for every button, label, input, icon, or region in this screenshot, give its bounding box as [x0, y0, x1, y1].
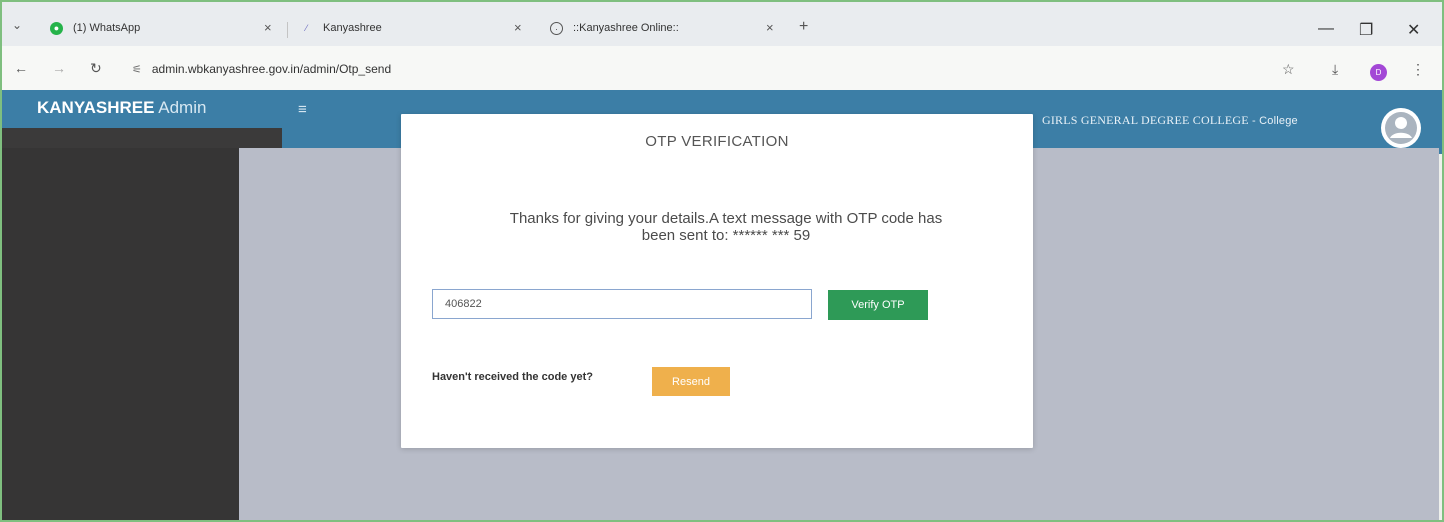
bookmark-star-icon[interactable]: ☆	[1282, 61, 1295, 78]
tab-search-chevron-down-icon[interactable]: ⌄	[12, 18, 22, 32]
profile-avatar[interactable]: D	[1370, 64, 1387, 81]
resend-prompt: Haven't received the code yet?	[432, 371, 593, 383]
modal-title: OTP VERIFICATION	[645, 133, 789, 150]
user-avatar-icon[interactable]	[1381, 108, 1421, 148]
globe-icon: ·	[550, 21, 563, 35]
minimize-button[interactable]: —	[1318, 20, 1334, 38]
college-title: GIRLS GENERAL DEGREE COLLEGE	[1042, 113, 1249, 127]
close-tab-icon[interactable]: ×	[514, 20, 522, 35]
download-icon[interactable]: ⤓	[1332, 61, 1338, 78]
otp-message: Thanks for giving your details.A text me…	[451, 210, 1001, 244]
otp-message-line2: been sent to: ****** *** 59	[641, 227, 811, 244]
tab-kanyashree[interactable]: ⁄ Kanyashree ×	[300, 16, 530, 40]
tab-whatsapp-label: (1) WhatsApp	[73, 22, 141, 34]
address-bar[interactable]: ⚟ admin.wbkanyashree.gov.in/admin/Otp_se…	[132, 56, 1252, 82]
close-tab-icon[interactable]: ×	[264, 20, 272, 35]
whatsapp-icon: ●	[50, 21, 63, 35]
tab-strip: ⌄ ● (1) WhatsApp × ⁄ Kanyashree × · ::Ka…	[2, 2, 1442, 46]
back-arrow-icon[interactable]: ←	[14, 60, 28, 76]
browser-toolbar: ← → ↻ ⚟ admin.wbkanyashree.gov.in/admin/…	[2, 46, 1442, 90]
brand-light: Admin	[154, 98, 207, 117]
sidebar-lower	[2, 148, 239, 520]
kanyashree-icon: ⁄	[305, 22, 308, 33]
resend-button[interactable]: Resend	[652, 367, 730, 396]
tab-whatsapp[interactable]: ● (1) WhatsApp ×	[50, 16, 280, 40]
college-role: - College	[1252, 115, 1298, 127]
close-window-button[interactable]: ✕	[1407, 20, 1420, 40]
app-brand[interactable]: KANYASHREE Admin	[37, 98, 206, 118]
otp-message-line1: Thanks for giving your details.A text me…	[509, 210, 943, 227]
college-name: GIRLS GENERAL DEGREE COLLEGE - College	[1042, 113, 1298, 128]
tab-divider	[287, 22, 288, 38]
forward-arrow-icon[interactable]: →	[52, 60, 66, 76]
site-info-icon[interactable]: ⚟	[132, 63, 142, 76]
tab-kanyashree-online-label: ::Kanyashree Online::	[573, 22, 679, 34]
restore-button[interactable]: ❐	[1359, 20, 1373, 40]
reload-icon[interactable]: ↻	[90, 60, 102, 77]
kebab-menu-icon[interactable]: ⋮	[1411, 61, 1425, 78]
verify-otp-button[interactable]: Verify OTP	[828, 290, 928, 320]
brand-bold: KANYASHREE	[37, 98, 155, 117]
tab-kanyashree-label: Kanyashree	[323, 22, 382, 34]
hamburger-menu-icon[interactable]: ≡	[298, 101, 307, 118]
otp-input[interactable]	[432, 289, 812, 319]
browser-window: ⌄ ● (1) WhatsApp × ⁄ Kanyashree × · ::Ka…	[0, 0, 1444, 522]
address-url: admin.wbkanyashree.gov.in/admin/Otp_send	[151, 62, 392, 76]
tab-kanyashree-online[interactable]: · ::Kanyashree Online:: ×	[550, 16, 790, 40]
otp-verification-modal: OTP VERIFICATION Thanks for giving your …	[401, 114, 1033, 448]
close-tab-icon[interactable]: ×	[766, 20, 774, 35]
new-tab-button[interactable]: +	[799, 18, 808, 36]
